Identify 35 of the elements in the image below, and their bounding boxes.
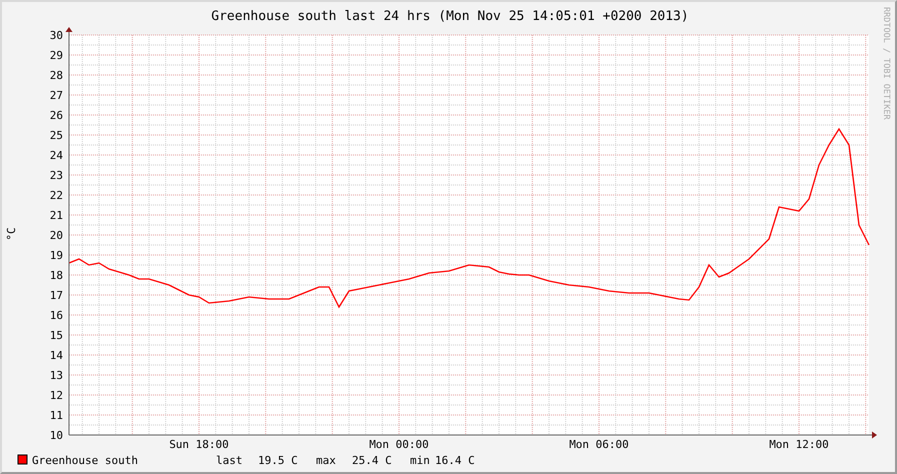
legend-stat-value: 25.4 C bbox=[352, 454, 392, 467]
legend-label: Greenhouse south bbox=[32, 454, 138, 467]
y-tick-label: 12 bbox=[50, 389, 63, 402]
legend-stat-value: 16.4 C bbox=[435, 454, 475, 467]
legend-stat-label: min bbox=[410, 454, 430, 467]
y-tick-label: 29 bbox=[50, 49, 63, 62]
x-tick-label: Mon 12:00 bbox=[769, 438, 829, 451]
y-tick-label: 30 bbox=[50, 29, 63, 42]
x-tick-label: Mon 00:00 bbox=[369, 438, 429, 451]
y-tick-label: 20 bbox=[50, 229, 63, 242]
y-tick-label: 17 bbox=[50, 289, 63, 302]
legend-stat-label: max bbox=[316, 454, 336, 467]
y-tick-label: 28 bbox=[50, 69, 63, 82]
y-tick-label: 21 bbox=[50, 209, 63, 222]
x-tick-label: Mon 06:00 bbox=[569, 438, 629, 451]
y-tick-label: 10 bbox=[50, 429, 63, 442]
y-tick-label: 11 bbox=[50, 409, 63, 422]
y-tick-label: 22 bbox=[50, 189, 63, 202]
y-tick-label: 25 bbox=[50, 129, 63, 142]
y-tick-label: 19 bbox=[50, 249, 63, 262]
y-tick-label: 18 bbox=[50, 269, 63, 282]
graph-title: Greenhouse south last 24 hrs (Mon Nov 25 14:05:01 +0200 2013) bbox=[211, 9, 689, 24]
legend-stat-value: 19.5 C bbox=[258, 454, 298, 467]
y-tick-label: 14 bbox=[50, 349, 63, 362]
x-tick-label: Sun 18:00 bbox=[169, 438, 229, 451]
y-tick-label: 13 bbox=[50, 369, 63, 382]
legend-stat-label: last bbox=[216, 454, 242, 467]
y-tick-label: 27 bbox=[50, 89, 63, 102]
y-tick-label: 15 bbox=[50, 329, 63, 342]
y-axis-label: °C bbox=[5, 227, 18, 241]
y-tick-label: 23 bbox=[50, 169, 63, 182]
watermark-text: RRDTOOL / TOBI OETIKER bbox=[881, 7, 891, 120]
y-tick-label: 24 bbox=[50, 149, 63, 162]
y-tick-label: 16 bbox=[50, 309, 63, 322]
y-tick-label: 26 bbox=[50, 109, 63, 122]
